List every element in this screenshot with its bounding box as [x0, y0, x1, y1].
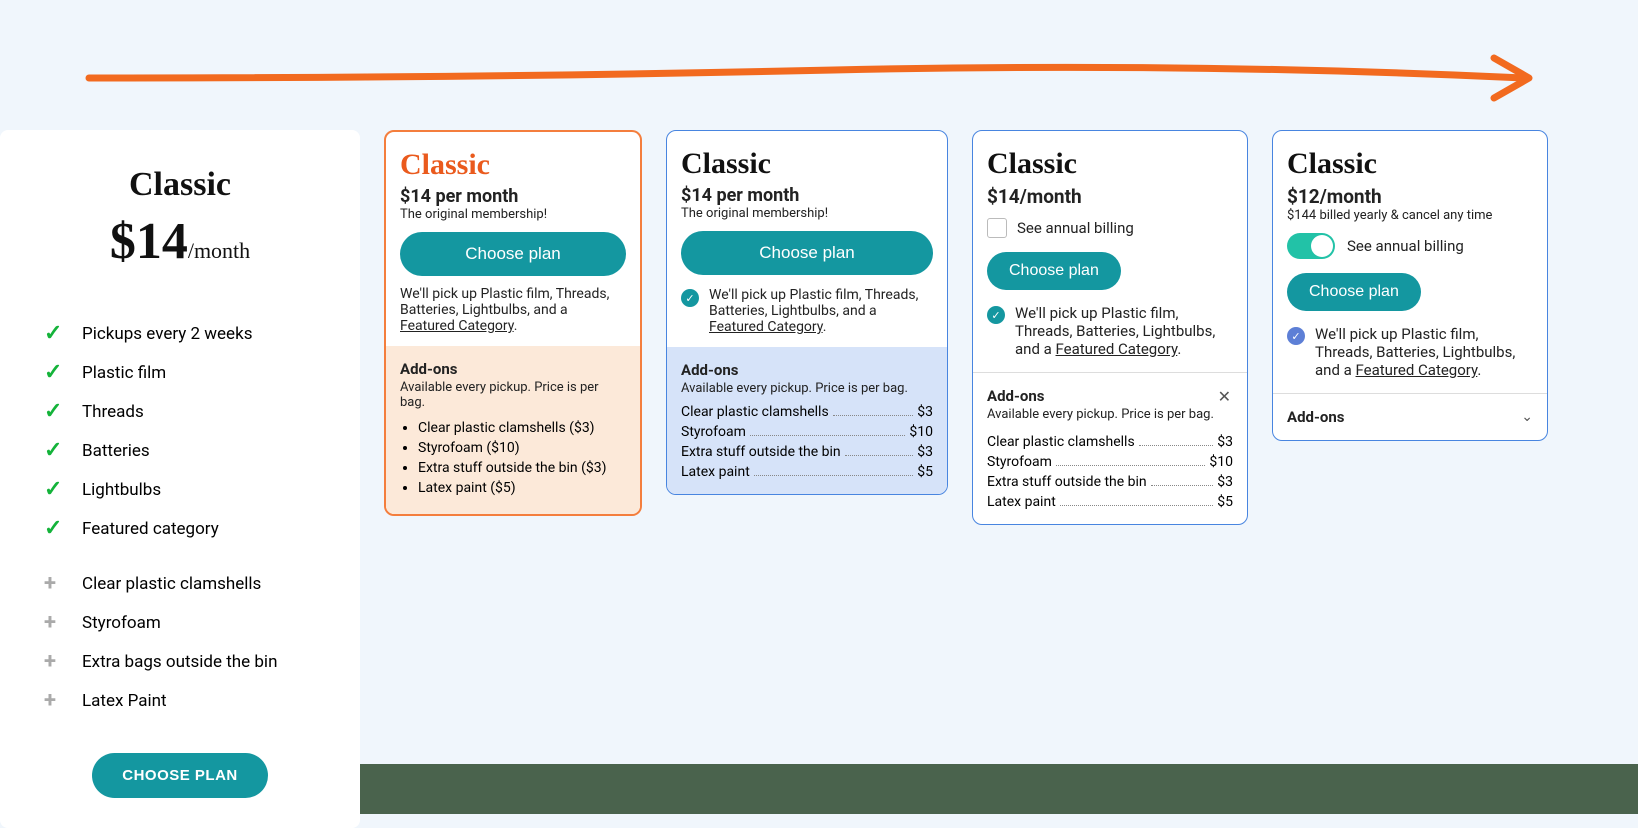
- addon-row: Latex paint$5: [987, 494, 1233, 510]
- addon-row: Styrofoam$10: [681, 424, 933, 440]
- feature-item: ✓Batteries: [44, 438, 316, 463]
- plan-price: $14/month: [987, 185, 1233, 208]
- feature-item: ✓Featured category: [44, 516, 316, 541]
- plus-icon: +: [44, 688, 66, 713]
- addons-toggle[interactable]: Add-ons ⌄: [1287, 408, 1533, 426]
- plan-price: $14 per month: [681, 185, 933, 206]
- pricing-card-classic-v1: Classic $14/month ✓Pickups every 2 weeks…: [0, 130, 360, 828]
- addon-row: Extra stuff outside the bin$3: [681, 444, 933, 460]
- addon-item: +Clear plastic clamshells: [44, 571, 316, 596]
- check-circle-icon: ✓: [987, 306, 1005, 324]
- check-icon: ✓: [44, 477, 66, 502]
- features-list: ✓Pickups every 2 weeks ✓Plastic film ✓Th…: [44, 321, 316, 541]
- plan-sub: $144 billed yearly & cancel any time: [1287, 208, 1533, 223]
- feature-item: ✓Threads: [44, 399, 316, 424]
- arrow-icon: [80, 50, 1558, 110]
- addons-title: Add-ons: [987, 387, 1214, 405]
- pricing-card-classic-v5: Classic $12/month $144 billed yearly & c…: [1272, 130, 1548, 441]
- featured-category-link[interactable]: Featured Category: [709, 319, 823, 335]
- check-icon: ✓: [44, 438, 66, 463]
- pricing-cards-row: Classic $14/month ✓Pickups every 2 weeks…: [0, 120, 1638, 828]
- divider: [1273, 393, 1547, 394]
- featured-category-link[interactable]: Featured Category: [400, 318, 514, 334]
- addons-section: Add-ons Available every pickup. Price is…: [386, 346, 640, 514]
- addon-item: +Extra bags outside the bin: [44, 649, 316, 674]
- plan-description: ✓ We'll pick up Plastic film, Threads, B…: [1287, 325, 1533, 379]
- plan-tagline: The original membership!: [400, 207, 626, 222]
- plan-title: Classic: [681, 147, 933, 181]
- plan-description: We'll pick up Plastic film, Threads, Bat…: [400, 286, 626, 334]
- addon-row: Clear plastic clamshells$3: [681, 404, 933, 420]
- addons-title: Add-ons: [681, 361, 933, 379]
- close-icon[interactable]: ✕: [1216, 387, 1233, 406]
- pricing-card-classic-v4: Classic $14/month See annual billing Cho…: [972, 130, 1248, 525]
- addon-item: Styrofoam ($10): [418, 440, 626, 456]
- addon-row: Extra stuff outside the bin$3: [987, 474, 1233, 490]
- choose-plan-button[interactable]: Choose plan: [1287, 273, 1421, 311]
- plan-price: $12/month: [1287, 185, 1533, 208]
- check-icon: ✓: [44, 516, 66, 541]
- check-icon: ✓: [44, 321, 66, 346]
- checkbox-icon[interactable]: [987, 218, 1007, 238]
- addon-item: +Styrofoam: [44, 610, 316, 635]
- addons-subtitle: Available every pickup. Price is per bag…: [987, 407, 1214, 422]
- toggle-switch[interactable]: [1287, 233, 1335, 259]
- plan-title: Classic: [987, 147, 1233, 181]
- addons-title: Add-ons: [1287, 408, 1344, 426]
- addons-header: Add-ons Available every pickup. Price is…: [987, 387, 1233, 430]
- addon-item: Extra stuff outside the bin ($3): [418, 460, 626, 476]
- feature-item: ✓Lightbulbs: [44, 477, 316, 502]
- choose-plan-button[interactable]: Choose plan: [987, 252, 1121, 290]
- annual-billing-checkbox-row[interactable]: See annual billing: [987, 218, 1233, 238]
- plan-description: ✓ We'll pick up Plastic film, Threads, B…: [681, 287, 933, 335]
- addon-item: Latex paint ($5): [418, 480, 626, 496]
- addon-row: Styrofoam$10: [987, 454, 1233, 470]
- plan-description: ✓ We'll pick up Plastic film, Threads, B…: [987, 304, 1233, 358]
- plus-icon: +: [44, 649, 66, 674]
- check-icon: ✓: [44, 399, 66, 424]
- addons-subtitle: Available every pickup. Price is per bag…: [400, 380, 626, 410]
- choose-plan-button[interactable]: Choose plan: [400, 232, 626, 276]
- plus-icon: +: [44, 571, 66, 596]
- featured-category-link[interactable]: Featured Category: [1356, 361, 1478, 379]
- divider: [973, 372, 1247, 373]
- feature-item: ✓Pickups every 2 weeks: [44, 321, 316, 346]
- plus-icon: +: [44, 610, 66, 635]
- chevron-down-icon: ⌄: [1521, 409, 1533, 425]
- plan-title: Classic: [1287, 147, 1533, 181]
- arrow-decoration: [0, 0, 1638, 120]
- addon-item: +Latex Paint: [44, 688, 316, 713]
- addon-item: Clear plastic clamshells ($3): [418, 420, 626, 436]
- plan-tagline: The original membership!: [681, 206, 933, 221]
- addon-row: Latex paint$5: [681, 464, 933, 480]
- feature-item: ✓Plastic film: [44, 360, 316, 385]
- addon-row: Clear plastic clamshells$3: [987, 434, 1233, 450]
- check-circle-icon: ✓: [1287, 327, 1305, 345]
- addons-subtitle: Available every pickup. Price is per bag…: [681, 381, 933, 396]
- pricing-card-classic-v3: Classic $14 per month The original membe…: [666, 130, 948, 495]
- featured-category-link[interactable]: Featured Category: [1056, 340, 1178, 358]
- check-icon: ✓: [44, 360, 66, 385]
- plan-title: Classic: [44, 166, 316, 204]
- pricing-card-classic-v2: Classic $14 per month The original membe…: [384, 130, 642, 516]
- addons-list: +Clear plastic clamshells +Styrofoam +Ex…: [44, 571, 316, 713]
- addons-title: Add-ons: [400, 360, 626, 378]
- plan-price: $14/month: [44, 212, 316, 271]
- choose-plan-button[interactable]: CHOOSE PLAN: [92, 753, 268, 798]
- annual-billing-toggle-row[interactable]: See annual billing: [1287, 233, 1533, 259]
- addons-section: Add-ons Available every pickup. Price is…: [667, 347, 947, 494]
- choose-plan-button[interactable]: Choose plan: [681, 231, 933, 275]
- addons-list: Clear plastic clamshells ($3) Styrofoam …: [418, 420, 626, 496]
- check-circle-icon: ✓: [681, 289, 699, 307]
- plan-price: $14 per month: [400, 186, 626, 207]
- plan-title: Classic: [400, 148, 626, 182]
